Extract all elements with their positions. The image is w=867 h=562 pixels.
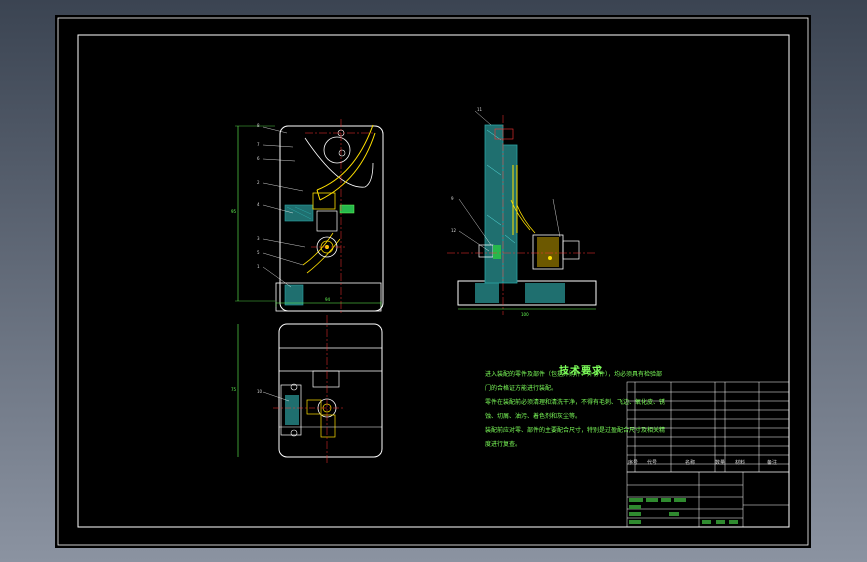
part-label-4: 4 bbox=[257, 202, 260, 207]
part-label-8: 8 bbox=[257, 123, 260, 128]
part-label-9: 9 bbox=[451, 196, 454, 201]
part-label-3: 3 bbox=[257, 236, 260, 241]
svg-text:94: 94 bbox=[325, 297, 331, 302]
svg-text:95: 95 bbox=[231, 209, 237, 214]
front-view: 95 94 bbox=[231, 119, 384, 315]
part-label-2: 2 bbox=[257, 180, 260, 185]
technical-requirements-line-3: 零件在装配前必须清理和清洗干净，不得有毛刺、飞边、氧化皮、锈 bbox=[485, 399, 666, 406]
part-label-12: 12 bbox=[451, 228, 457, 233]
svg-text:75: 75 bbox=[231, 387, 237, 392]
part-label-11: 11 bbox=[477, 107, 483, 112]
outer-frame bbox=[57, 17, 809, 546]
part-label-6: 6 bbox=[257, 156, 260, 161]
part-label-10: 10 bbox=[257, 389, 263, 394]
title-block-label-name: 名称 bbox=[685, 460, 696, 466]
front-view-lever bbox=[316, 124, 376, 201]
part-label-1: 1 bbox=[257, 264, 260, 269]
top-view: 75 bbox=[231, 315, 383, 463]
inner-frame bbox=[77, 34, 790, 528]
part-label-7: 7 bbox=[257, 142, 260, 147]
title-block-label-remark: 备注 bbox=[767, 460, 778, 466]
technical-requirements-line-2: 门的合格证方能进行装配。 bbox=[485, 385, 558, 392]
title-block-green-cells bbox=[629, 498, 738, 524]
technical-requirements-line-1: 进入装配的零件及部件（包括外购件、外协件），均必须具有检验部 bbox=[485, 371, 663, 378]
title-block-label-seq: 序号 bbox=[628, 460, 639, 466]
title-block-label-code: 代号 bbox=[647, 460, 658, 466]
technical-requirements-line-5: 装配前应对零、部件的主要配合尺寸，特别是过盈配合尺寸及相关精 bbox=[485, 427, 666, 434]
technical-requirements-line-4: 蚀、切屑、油污、着色剂和灰尘等。 bbox=[485, 413, 582, 420]
cad-drawing: 95 94 100 75 bbox=[57, 17, 809, 546]
svg-text:100: 100 bbox=[521, 312, 529, 317]
technical-requirements-line-6: 度进行复查。 bbox=[485, 441, 522, 448]
part-label-5: 5 bbox=[257, 250, 260, 255]
drawing-viewport[interactable]: 95 94 100 75 8 7 6 2 4 3 5 1 10 11 9 12 … bbox=[55, 15, 811, 548]
title-block-label-material: 材料 bbox=[735, 460, 746, 466]
side-view: 100 bbox=[447, 110, 597, 317]
title-block-label-qty: 数量 bbox=[715, 460, 726, 466]
side-view-column bbox=[484, 124, 504, 284]
